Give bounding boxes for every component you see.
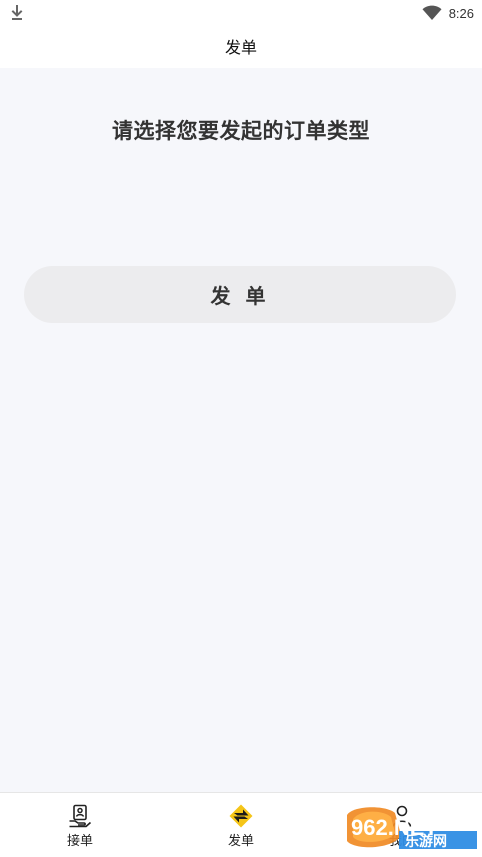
nav-item-send-order[interactable]: 发单 bbox=[181, 793, 301, 857]
site-watermark: 962.NET 乐游网 bbox=[347, 807, 477, 850]
status-time: 8:26 bbox=[448, 5, 474, 21]
nav-item-receive-order[interactable]: 接单 bbox=[20, 793, 140, 857]
status-bar: 8:26 bbox=[0, 0, 482, 26]
nav-label-receive-order: 接单 bbox=[66, 834, 93, 849]
receive-order-icon bbox=[69, 804, 92, 828]
send-order-type-label: 发 单 bbox=[210, 284, 270, 308]
status-right-group: 8:26 bbox=[422, 3, 474, 23]
nav-label-send-order: 发单 bbox=[227, 834, 254, 849]
main-content: 请选择您要发起的订单类型 发 单 bbox=[0, 68, 482, 792]
page-header: 发单 bbox=[0, 26, 482, 68]
watermark-text-bottom: 乐游网 bbox=[405, 833, 447, 850]
send-order-icon bbox=[229, 804, 253, 828]
send-order-type-button[interactable]: 发 单 bbox=[24, 266, 456, 323]
download-icon bbox=[11, 5, 23, 20]
wifi-icon bbox=[422, 5, 442, 20]
order-type-prompt: 请选择您要发起的订单类型 bbox=[112, 119, 370, 143]
app-screen: 8:26 发单 请选择您要发起的订单类型 发 单 接单 发单 962.NET 乐… bbox=[0, 0, 482, 857]
page-title: 发单 bbox=[224, 38, 257, 57]
